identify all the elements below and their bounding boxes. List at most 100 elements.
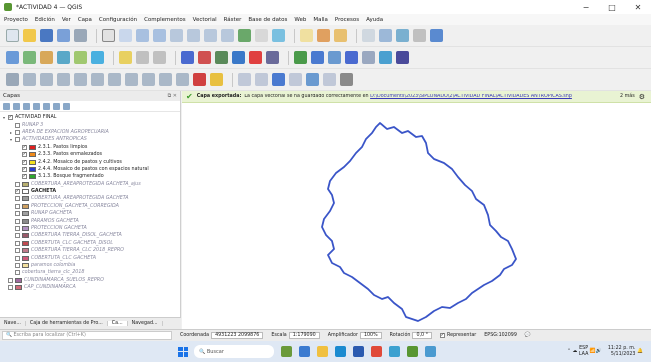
add-spatialite-icon[interactable] xyxy=(74,51,87,64)
taskbar-clock[interactable]: 11:22 p. m. 5/11/2023 xyxy=(608,346,636,358)
rotate-label-icon[interactable] xyxy=(362,51,375,64)
locator-search-input[interactable]: 🔍 Escriba para localizar (Ctrl+K) xyxy=(2,331,172,340)
show-hide-labels-icon[interactable] xyxy=(328,51,341,64)
tab-capas[interactable]: Ca... xyxy=(107,321,128,326)
windows-start-icon[interactable] xyxy=(178,346,188,357)
open-project-icon[interactable] xyxy=(23,29,36,42)
menu-proyecto[interactable]: Proyecto xyxy=(4,17,28,23)
layer-row[interactable]: PROTECCION GACHETA xyxy=(0,225,180,232)
layer-row[interactable]: ✓ 2.3.3. Pastos enmalezados xyxy=(0,151,180,158)
layer-row[interactable]: CUNDINAMARCA_SUELOS_REPRO xyxy=(0,277,180,284)
zoom-to-selection-icon[interactable] xyxy=(187,29,200,42)
delete-part-icon[interactable] xyxy=(91,73,104,86)
layer-row[interactable]: PARAMOS GACHETA xyxy=(0,217,180,224)
rotation-input[interactable]: 0,0 ° xyxy=(412,332,433,339)
qgis-taskbar-icon[interactable] xyxy=(407,346,418,357)
attribute-table-icon[interactable] xyxy=(362,29,375,42)
save-project-icon[interactable] xyxy=(40,29,53,42)
layer-row[interactable]: RUNAP GACHETA xyxy=(0,210,180,217)
measure-icon[interactable] xyxy=(413,29,426,42)
pan-icon[interactable] xyxy=(102,29,115,42)
tab-processing-toolbox[interactable]: Caja de herramientas de Pro... xyxy=(26,321,108,326)
menu-procesos[interactable]: Procesos xyxy=(335,17,359,23)
layer-row[interactable]: ▾ ✓ ACTIVIDAD FINAL xyxy=(0,114,180,121)
collapse-all-icon[interactable] xyxy=(53,102,60,110)
digitize-icon[interactable] xyxy=(153,51,166,64)
panel-float-close-icon[interactable]: ⧉ ✕ xyxy=(168,93,177,99)
layer-row[interactable]: RUNAP 3 xyxy=(0,121,180,128)
statistics-icon[interactable] xyxy=(396,29,409,42)
remove-layer-icon[interactable] xyxy=(63,102,70,110)
layer-visibility-checkbox[interactable]: ✓ xyxy=(22,152,27,158)
menu-raster[interactable]: Ráster xyxy=(224,17,242,23)
layer-visibility-checkbox[interactable]: ✓ xyxy=(15,189,20,195)
messages-icon[interactable]: 💬 xyxy=(525,333,531,338)
widgets-icon[interactable] xyxy=(281,346,292,357)
notifications-icon[interactable]: 🔔 xyxy=(636,349,643,354)
move-label-icon[interactable] xyxy=(345,51,358,64)
message-file-link[interactable]: D:\Documents\2023\SIPLONADO\2\ACTIVIDAD … xyxy=(370,94,572,99)
scale-select[interactable]: 1:179090 xyxy=(288,332,320,339)
trim-extend-icon[interactable] xyxy=(159,73,172,86)
layer-visibility-checkbox[interactable] xyxy=(15,211,20,217)
digitizing-tool-icon[interactable] xyxy=(6,73,19,86)
layer-visibility-checkbox[interactable] xyxy=(15,233,20,239)
crs-button[interactable]: EPSG:102099 xyxy=(484,333,517,338)
zoom-full-icon[interactable] xyxy=(170,29,183,42)
volume-icon[interactable]: 🔊 xyxy=(596,349,602,354)
add-raster-layer-icon[interactable] xyxy=(40,51,53,64)
new-project-icon[interactable] xyxy=(6,29,19,42)
menu-malla[interactable]: Malla xyxy=(313,17,328,23)
layer-visibility-checkbox[interactable] xyxy=(15,240,20,246)
word-icon[interactable] xyxy=(353,346,364,357)
toggle-editing-icon[interactable] xyxy=(119,51,132,64)
task-view-icon[interactable] xyxy=(299,346,310,357)
map-canvas[interactable] xyxy=(182,103,651,329)
refresh-icon[interactable] xyxy=(272,29,285,42)
expand-all-icon[interactable] xyxy=(43,102,50,110)
label-tool-icon[interactable] xyxy=(294,51,307,64)
layer-row[interactable]: ✓ 2.3.1. Pastos limpios xyxy=(0,144,180,151)
sum-icon[interactable] xyxy=(430,29,443,42)
identify-icon[interactable] xyxy=(300,29,313,42)
processing-toolbox-icon[interactable] xyxy=(323,73,336,86)
add-part-icon[interactable] xyxy=(40,73,53,86)
split-features-icon[interactable] xyxy=(193,73,206,86)
menu-configuracion[interactable]: Configuración xyxy=(99,17,137,23)
layer-visibility-checkbox[interactable] xyxy=(15,196,20,202)
layer-row[interactable]: COBERTURA TIERRA_DISOL_GACHETA xyxy=(0,232,180,239)
layer-visibility-checkbox[interactable] xyxy=(15,203,20,209)
layer-visibility-checkbox[interactable] xyxy=(15,122,20,128)
taskbar-search-input[interactable]: 🔍 Buscar xyxy=(194,345,274,358)
render-checkbox[interactable]: ✓ xyxy=(440,333,446,338)
layer-visibility-checkbox[interactable] xyxy=(15,129,20,135)
layer-row[interactable]: COBERTURA_AREAPROTEGIDA GACHETA xyxy=(0,195,180,202)
layer-visibility-checkbox[interactable]: ✓ xyxy=(22,159,27,165)
menu-ayuda[interactable]: Ayuda xyxy=(366,17,383,23)
georeferencer-icon[interactable] xyxy=(306,73,319,86)
store-icon[interactable] xyxy=(389,346,400,357)
render-toggle[interactable]: ✓ Representar xyxy=(440,333,476,338)
magnifier-input[interactable]: 100% xyxy=(359,332,382,339)
fill-ring-icon[interactable] xyxy=(57,73,70,86)
layer-row[interactable]: COBERTUTA_CLC GACHETA xyxy=(0,254,180,261)
tab-navegador[interactable]: Nave... xyxy=(0,321,26,326)
layer-visibility-checkbox[interactable] xyxy=(15,263,20,268)
pan-to-selection-icon[interactable] xyxy=(119,29,132,42)
tracing-icon[interactable] xyxy=(255,73,268,86)
add-postgis-icon[interactable] xyxy=(57,51,70,64)
add-vector-layer-icon[interactable] xyxy=(23,51,36,64)
merge-features-icon[interactable] xyxy=(210,73,223,86)
deselect-icon[interactable] xyxy=(334,29,347,42)
add-wms-icon[interactable] xyxy=(91,51,104,64)
menu-vectorial[interactable]: Vectorial xyxy=(193,17,217,23)
layer-row[interactable]: PROTECCIÓN_GACHETA_CORREGIDA xyxy=(0,203,180,210)
open-layer-styling-icon[interactable] xyxy=(3,102,10,110)
layer-visibility-checkbox[interactable] xyxy=(8,277,13,283)
photos-icon[interactable] xyxy=(425,346,436,357)
menu-complementos[interactable]: Complementos xyxy=(144,17,186,23)
chrome-icon[interactable] xyxy=(371,346,382,357)
offset-curve-icon[interactable] xyxy=(125,73,138,86)
delete-selected-icon[interactable] xyxy=(198,51,211,64)
layer-row[interactable]: ✓ GACHETA xyxy=(0,188,180,195)
